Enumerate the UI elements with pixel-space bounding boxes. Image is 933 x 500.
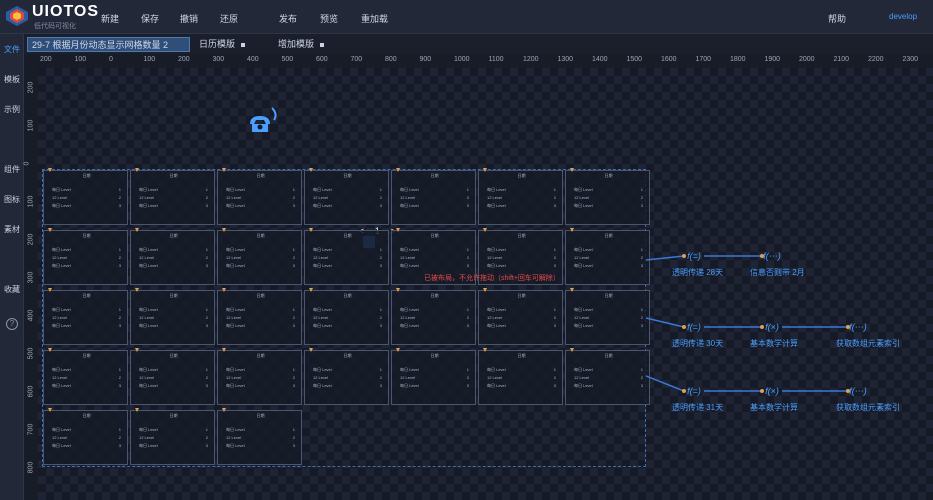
tab-active-page[interactable]: 29-7 根据月份动态显示网格数量 2 — [27, 37, 190, 52]
vertical-ruler: 200 100 0 100 200 300 400 500 600 700 800 — [23, 54, 38, 500]
tab-close-icon[interactable] — [320, 42, 325, 47]
node-links — [645, 254, 850, 393]
ruler-tick: 0 — [109, 56, 113, 63]
tab-label: 增加模版 — [278, 39, 315, 49]
function-node-icon[interactable]: f(=) — [684, 320, 704, 334]
menu-reload-button[interactable]: 重加载 — [361, 12, 388, 25]
ruler-tick: 200 — [27, 81, 35, 94]
ruler-tick: 300 — [212, 56, 225, 63]
ruler-tick: 1800 — [730, 56, 746, 63]
ruler-tick: 1700 — [695, 56, 712, 63]
function-node-label: 获取数组元素索引 — [836, 339, 900, 348]
ruler-tick: 1500 — [626, 56, 643, 63]
ruler-tick: 200 — [40, 56, 52, 63]
ruler-tick: 1200 — [523, 56, 539, 63]
ruler-tick: 1000 — [454, 56, 470, 63]
ruler-tick: 300 — [27, 271, 35, 284]
function-node-label: 透明传递 28天 — [672, 268, 724, 277]
ruler-tick: 100 — [27, 195, 35, 208]
ruler-tick: 400 — [27, 309, 35, 322]
menu-redo-button[interactable]: 还原 — [220, 12, 238, 25]
function-node-icon[interactable]: f(=) — [684, 249, 704, 263]
ruler-tick: 100 — [27, 119, 35, 132]
ruler-tick: 1900 — [764, 56, 781, 63]
ruler-tick: 200 — [27, 233, 35, 246]
sidebar-item-component[interactable]: 组件 — [0, 164, 24, 175]
horizontal-ruler: 200 100 0 100 200 300 400 500 600 700 800 900 1000 11… — [38, 54, 933, 68]
ruler-tick: 100 — [74, 56, 87, 63]
ruler-tick: 2000 — [799, 56, 815, 63]
ruler-tick: 2300 — [902, 56, 919, 63]
function-node-icon[interactable]: f(=) — [684, 384, 704, 398]
function-node-icon[interactable]: f(⋯) — [848, 384, 868, 398]
brand-name: UIOTOS — [32, 3, 100, 20]
ruler-tick: 800 — [27, 461, 35, 474]
user-menu[interactable]: develop — [889, 12, 917, 21]
ruler-tick: 2200 — [868, 56, 884, 63]
tab-calendar-template[interactable]: 日历模版 — [199, 37, 246, 52]
ruler-tick: 400 — [247, 56, 259, 63]
sidebar-item-material[interactable]: 素材 — [0, 224, 24, 235]
ruler-tick: 1300 — [557, 56, 574, 63]
top-toolbar: UIOTOS 低代码可视化 新建 保存 撤销 还原 发布 预览 重加载 帮助 d… — [0, 0, 933, 34]
function-node-icon[interactable]: f(×) — [762, 320, 782, 334]
ruler-tick: 200 — [178, 56, 190, 63]
tab-close-icon[interactable] — [241, 42, 246, 47]
function-node-label: 基本数学计算 — [750, 403, 798, 412]
node-link — [645, 317, 685, 328]
ruler-tick: 100 — [143, 56, 156, 63]
ruler-tick: 600 — [316, 56, 328, 63]
ruler-tick: 500 — [281, 56, 294, 63]
ruler-tick: 600 — [27, 385, 35, 398]
function-node-label: 透明传递 30天 — [672, 339, 724, 348]
node-link — [645, 375, 685, 392]
ruler-tick: 0 — [23, 161, 31, 166]
function-node-label: 透明传递 31天 — [672, 403, 724, 412]
menu-undo-button[interactable]: 撤销 — [180, 12, 198, 25]
help-button[interactable]: 帮助 — [828, 12, 846, 25]
layout-lock-tip: 已被布局，不允许拖动（shift+回车可解除） — [424, 275, 560, 282]
ruler-tick: 1400 — [592, 56, 608, 63]
function-node-icon[interactable]: f(⋯) — [762, 249, 782, 263]
tab-label: 日历模版 — [199, 39, 236, 49]
brand-subtitle: 低代码可视化 — [34, 23, 76, 30]
ruler-tick: 2100 — [833, 56, 850, 63]
ruler-tick: 500 — [27, 347, 35, 360]
ruler-tick: 900 — [419, 56, 432, 63]
ruler-tick: 700 — [27, 423, 35, 436]
function-node-label: 信息否则带 2月 — [750, 268, 805, 277]
ruler-tick: 800 — [385, 56, 397, 63]
ruler-tick: 700 — [350, 56, 363, 63]
menu-publish-button[interactable]: 发布 — [279, 12, 297, 25]
menu-new-button[interactable]: 新建 — [101, 12, 119, 25]
sidebar-item-template[interactable]: 模板 — [0, 74, 24, 85]
function-node-label: 基本数学计算 — [750, 339, 798, 348]
sidebar-item-icon[interactable]: 图标 — [0, 194, 24, 205]
function-node-icon[interactable]: f(×) — [762, 384, 782, 398]
uiotos-logo-icon — [6, 6, 28, 26]
ruler-tick: 1600 — [661, 56, 677, 63]
left-sidebar: 文件 模板 示例 组件 图标 素材 收藏 ? — [0, 34, 24, 500]
tab-label: 29-7 根据月份动态显示网格数量 2 — [32, 40, 169, 50]
sidebar-item-sample[interactable]: 示例 — [0, 104, 24, 115]
tab-add-template[interactable]: 增加模版 — [278, 37, 325, 52]
help-icon[interactable]: ? — [6, 318, 18, 330]
sidebar-item-file[interactable]: 文件 — [0, 44, 24, 55]
sidebar-item-favorite[interactable]: 收藏 — [0, 284, 24, 295]
design-canvas[interactable]: < 1 > 日期每日 Level12 Level每日 Level123日期每日 … — [38, 68, 933, 500]
function-node-label: 获取数组元素索引 — [836, 403, 900, 412]
node-link — [645, 255, 685, 261]
menu-save-button[interactable]: 保存 — [141, 12, 159, 25]
function-node-icon[interactable]: f(⋯) — [848, 320, 868, 334]
ruler-tick: 1100 — [488, 56, 504, 63]
menu-preview-button[interactable]: 预览 — [320, 12, 338, 25]
tab-bar: 29-7 根据月份动态显示网格数量 2 日历模版 增加模版 — [24, 34, 933, 54]
